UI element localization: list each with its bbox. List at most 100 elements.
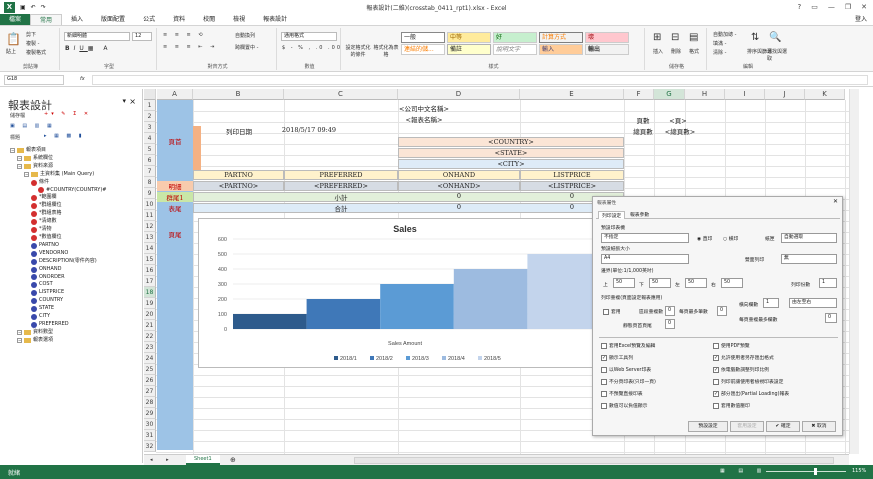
tree-item[interactable]: PREFERRED [10,321,106,329]
paste-button[interactable]: 貼上 [6,48,16,55]
rows-input[interactable]: 0 [665,306,675,316]
tree-toggle-icon[interactable]: − [17,156,22,162]
column-header[interactable]: G [654,89,685,100]
sort-icon[interactable]: ⇅ [751,32,759,43]
pane-menu-button[interactable]: ▾ [122,97,126,105]
checkbox-icon[interactable] [601,342,607,349]
formula-input[interactable] [92,75,868,85]
row-header[interactable]: 31 [144,430,156,441]
font-size-select[interactable]: 12 [132,32,152,41]
direction-input[interactable]: 1 [763,298,779,308]
tab-report-params[interactable]: 報表參數 [630,211,649,218]
tree-item[interactable]: *群組表格 [10,210,106,218]
option-checkbox[interactable]: 數值可以負值顯示 [601,402,647,409]
sheet-nav-arrows[interactable]: ◂ ▸ [150,457,175,463]
col-header-preferred[interactable]: PREFERRED [284,170,398,180]
row-header[interactable]: 22 [144,331,156,342]
vertical-scrollbar[interactable] [849,89,859,454]
detail-preferred[interactable]: <PREFERRED> [284,181,398,191]
option-checkbox[interactable]: 不分頁印表(只印一頁) [601,378,656,385]
option-checkbox[interactable]: ✓ 依電腦數調整列印比例 [713,366,769,373]
tree-item[interactable]: STATE [10,305,106,313]
column-header[interactable]: H [685,89,725,100]
report-name-cell[interactable]: <報表名稱> [324,114,524,123]
zoom-slider[interactable] [766,471,846,472]
tree-item[interactable]: ONHAND [10,266,106,274]
row-header[interactable]: 15 [144,254,156,265]
select-all-corner[interactable] [144,89,156,100]
tree-item[interactable]: *清物 [10,226,106,234]
col-header-onhand[interactable]: ONHAND [398,170,520,180]
row-header[interactable]: 8 [144,177,156,188]
zoom-slider-thumb[interactable] [814,468,817,475]
tree-item[interactable]: − 報表選項 [10,337,106,345]
row-header[interactable]: 5 [144,144,156,155]
row-header[interactable]: 21 [144,320,156,331]
row-header[interactable]: 7 [144,166,156,177]
style-good[interactable]: 好 [493,32,537,43]
tab-data[interactable]: 資料 [164,14,194,25]
style-link[interactable]: 連結的儲... [401,44,445,55]
sheet-tab-sheet1[interactable]: Sheet1 [186,455,220,465]
tree-toggle-icon[interactable]: − [17,330,22,336]
align-icons[interactable]: ≡ ≡ ≡ ⟲ [163,32,206,38]
order-select[interactable]: 由左至右 [789,298,837,308]
margin-left-input[interactable]: 50 [685,278,707,288]
checkbox-icon[interactable]: ✓ [713,366,719,373]
checkbox-icon[interactable] [713,378,719,385]
row-header[interactable]: 3 [144,122,156,133]
checkbox-icon[interactable]: ✓ [601,354,607,361]
total-label[interactable]: 合計 [284,203,398,213]
pane-toolbar-title[interactable]: 標題 [10,134,20,141]
section-footer-label[interactable]: 表尾 [157,203,193,213]
column-header[interactable]: I [725,89,765,100]
tab-review[interactable]: 校閱 [194,14,224,25]
row-header[interactable]: 29 [144,408,156,419]
page-label[interactable]: 頁數 [628,115,658,124]
option-checkbox[interactable]: 使用PDF預覽 [713,342,750,349]
copies-input[interactable]: 1 [819,278,837,288]
delete-button[interactable]: 刪除 [671,48,681,55]
tree-item[interactable]: COST [10,281,106,289]
find-select-button[interactable]: 尋找與選取 [767,48,787,62]
row-header[interactable]: 30 [144,419,156,430]
name-box[interactable]: G18 [4,75,64,85]
city-cell[interactable]: <CITY> [398,159,624,169]
format-button[interactable]: 格式 [689,48,699,55]
row-header[interactable]: 6 [144,155,156,166]
row-header[interactable]: 27 [144,386,156,397]
sales-chart[interactable]: Sales 600 500 400 300 200 100 0 Sales Amount 2018… [198,218,610,368]
row-header[interactable]: 16 [144,265,156,276]
duplex-select[interactable]: 無 [781,254,837,264]
tree-toggle-icon[interactable]: − [24,172,29,178]
tree-item[interactable]: LISTPRICE [10,289,106,297]
horizontal-scrollbar[interactable] [354,457,834,464]
margin-bottom-input[interactable]: 50 [649,278,671,288]
tree-item[interactable]: CITY [10,313,106,321]
row-header[interactable]: 18 [144,287,156,298]
col-header-partno[interactable]: PARTNO [193,170,284,180]
undo-icon[interactable]: ↶ [31,4,36,11]
tree-item[interactable]: ONORDER [10,274,106,282]
ribbon-display-icon[interactable]: ▭ [811,3,818,11]
printer-select[interactable]: 不指定 [601,233,689,243]
column-header[interactable]: D [398,89,520,100]
fill-button[interactable]: 填滿 - [713,40,726,47]
section-header-label[interactable]: 頁首 [157,136,193,145]
row-header[interactable]: 28 [144,397,156,408]
minimize-button[interactable]: — [828,3,835,11]
landscape-radio[interactable]: ○ 橫印 [723,235,738,242]
pane-toolbar-icons-2[interactable]: ▣ ▤ ▥ ▦ [10,123,55,129]
save-icon[interactable]: ▣ [20,4,26,11]
format-painter-button[interactable]: 複製格式 [26,49,46,56]
tree-item[interactable]: DESCRIPTION(零件內容) [10,258,106,266]
row-header[interactable]: 10 [144,199,156,210]
style-input[interactable]: 輸入 [539,44,583,55]
detail-listprice[interactable]: <LISTPRICE> [520,181,624,191]
conditional-format-button[interactable]: 設定格式化的條件 [345,44,371,58]
merge-center-button[interactable]: 跨欄置中 - [235,44,258,51]
option-checkbox[interactable]: 列印前讓使用者檢視印表設定 [713,378,783,385]
autosum-button[interactable]: 自動加總 - [713,31,736,38]
format-as-table-button[interactable]: 格式化為表格 [373,44,399,58]
tab-report-design[interactable]: 報表設計 [254,14,296,25]
